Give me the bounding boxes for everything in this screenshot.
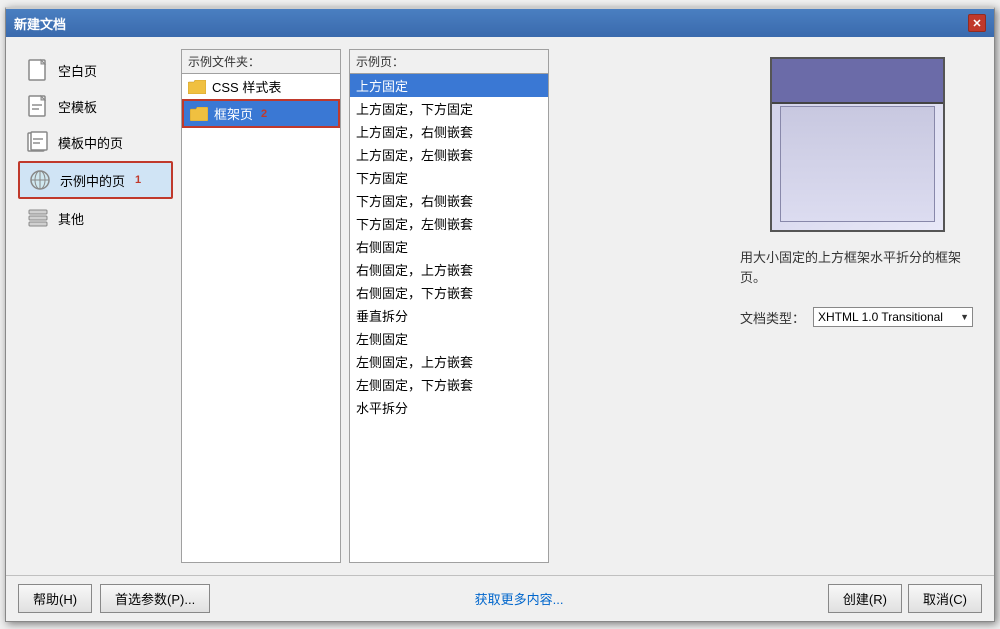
folder-css-label: CSS 样式表 (212, 77, 281, 96)
preview-box (770, 57, 945, 232)
get-more-link[interactable]: 获取更多内容... (475, 592, 564, 607)
frameset-badge: 2 (261, 108, 267, 120)
page-item-10[interactable]: 垂直拆分 (350, 304, 548, 327)
nav-label-other: 其他 (58, 209, 84, 228)
page-item-8[interactable]: 右侧固定，上方嵌套 (350, 258, 548, 281)
page-item-3[interactable]: 上方固定，左侧嵌套 (350, 143, 548, 166)
page-item-11[interactable]: 左侧固定 (350, 327, 548, 350)
sample-page-icon (28, 168, 52, 192)
nav-item-sample-page[interactable]: 示例中的页 1 (18, 161, 173, 199)
folder-css-icon (188, 80, 206, 94)
nav-label-blank-template: 空模板 (58, 97, 97, 116)
folder-item-frameset[interactable]: 框架页 2 (182, 99, 340, 128)
folder-item-css[interactable]: CSS 样式表 (182, 74, 340, 99)
nav-label-template-page: 模板中的页 (58, 133, 123, 152)
folder-panel-header: 示例文件夹： (182, 50, 340, 74)
nav-item-blank-template[interactable]: 空模板 (18, 89, 173, 123)
page-item-2[interactable]: 上方固定，右侧嵌套 (350, 120, 548, 143)
dialog-title: 新建文档 (14, 14, 66, 33)
nav-label-sample-page: 示例中的页 (60, 171, 125, 190)
nav-label-blank-page: 空白页 (58, 61, 97, 80)
page-item-7[interactable]: 右侧固定 (350, 235, 548, 258)
new-document-dialog: 新建文档 ✕ 空白页 (5, 7, 995, 622)
page-item-1[interactable]: 上方固定，下方固定 (350, 97, 548, 120)
doc-type-row: 文档类型： XHTML 1.0 Transitional XHTML 1.0 S… (740, 307, 974, 327)
nav-item-blank-page[interactable]: 空白页 (18, 53, 173, 87)
doc-type-label: 文档类型： (740, 308, 805, 327)
template-page-icon (26, 130, 50, 154)
title-bar: 新建文档 ✕ (6, 9, 994, 37)
page-item-12[interactable]: 左侧固定，上方嵌套 (350, 350, 548, 373)
nav-item-template-page[interactable]: 模板中的页 (18, 125, 173, 159)
page-item-4[interactable]: 下方固定 (350, 166, 548, 189)
folder-frameset-label: 框架页 (214, 104, 253, 123)
close-button[interactable]: ✕ (968, 14, 986, 32)
sample-badge: 1 (135, 174, 141, 186)
bottom-left: 帮助(H) 首选参数(P)... (18, 584, 210, 613)
page-item-13[interactable]: 左侧固定，下方嵌套 (350, 373, 548, 396)
help-button[interactable]: 帮助(H) (18, 584, 92, 613)
page-panel: 示例页： 上方固定 上方固定，下方固定 上方固定，右侧嵌套 上方固定，左侧嵌套 … (349, 49, 549, 563)
right-panel: 用大小固定的上方框架水平折分的框架页。 文档类型： XHTML 1.0 Tran… (732, 49, 982, 563)
page-item-5[interactable]: 下方固定，右侧嵌套 (350, 189, 548, 212)
page-item-14[interactable]: 水平拆分 (350, 396, 548, 419)
folder-panel: 示例文件夹： CSS 样式表 (181, 49, 341, 563)
nav-item-other[interactable]: 其他 (18, 201, 173, 235)
doc-type-select[interactable]: XHTML 1.0 Transitional XHTML 1.0 Strict … (813, 307, 973, 327)
dialog-body: 空白页 空模板 (6, 37, 994, 575)
preview-description: 用大小固定的上方框架水平折分的框架页。 (740, 248, 974, 287)
page-item-0[interactable]: 上方固定 (350, 74, 548, 97)
middle-section: 示例文件夹： CSS 样式表 (181, 49, 724, 563)
preview-top-frame (772, 59, 943, 104)
bottom-bar: 帮助(H) 首选参数(P)... 获取更多内容... 创建(R) 取消(C) (6, 575, 994, 621)
title-bar-buttons: ✕ (968, 14, 986, 32)
left-nav-panel: 空白页 空模板 (18, 49, 173, 563)
other-icon (26, 206, 50, 230)
cancel-button[interactable]: 取消(C) (908, 584, 982, 613)
preview-main-frame (780, 106, 935, 222)
page-list: 上方固定 上方固定，下方固定 上方固定，右侧嵌套 上方固定，左侧嵌套 下方固定 … (350, 74, 548, 562)
blank-page-icon (26, 58, 50, 82)
page-panel-header: 示例页： (350, 50, 548, 74)
page-item-6[interactable]: 下方固定，左侧嵌套 (350, 212, 548, 235)
ok-button[interactable]: 创建(R) (828, 584, 902, 613)
folder-frameset-icon (190, 107, 208, 121)
bottom-center: 获取更多内容... (210, 589, 828, 608)
doc-type-select-wrapper: XHTML 1.0 Transitional XHTML 1.0 Strict … (813, 307, 973, 327)
blank-template-icon (26, 94, 50, 118)
prefs-button[interactable]: 首选参数(P)... (100, 584, 210, 613)
page-item-9[interactable]: 右侧固定，下方嵌套 (350, 281, 548, 304)
folder-list: CSS 样式表 框架页 2 (182, 74, 340, 562)
bottom-right: 创建(R) 取消(C) (828, 584, 982, 613)
